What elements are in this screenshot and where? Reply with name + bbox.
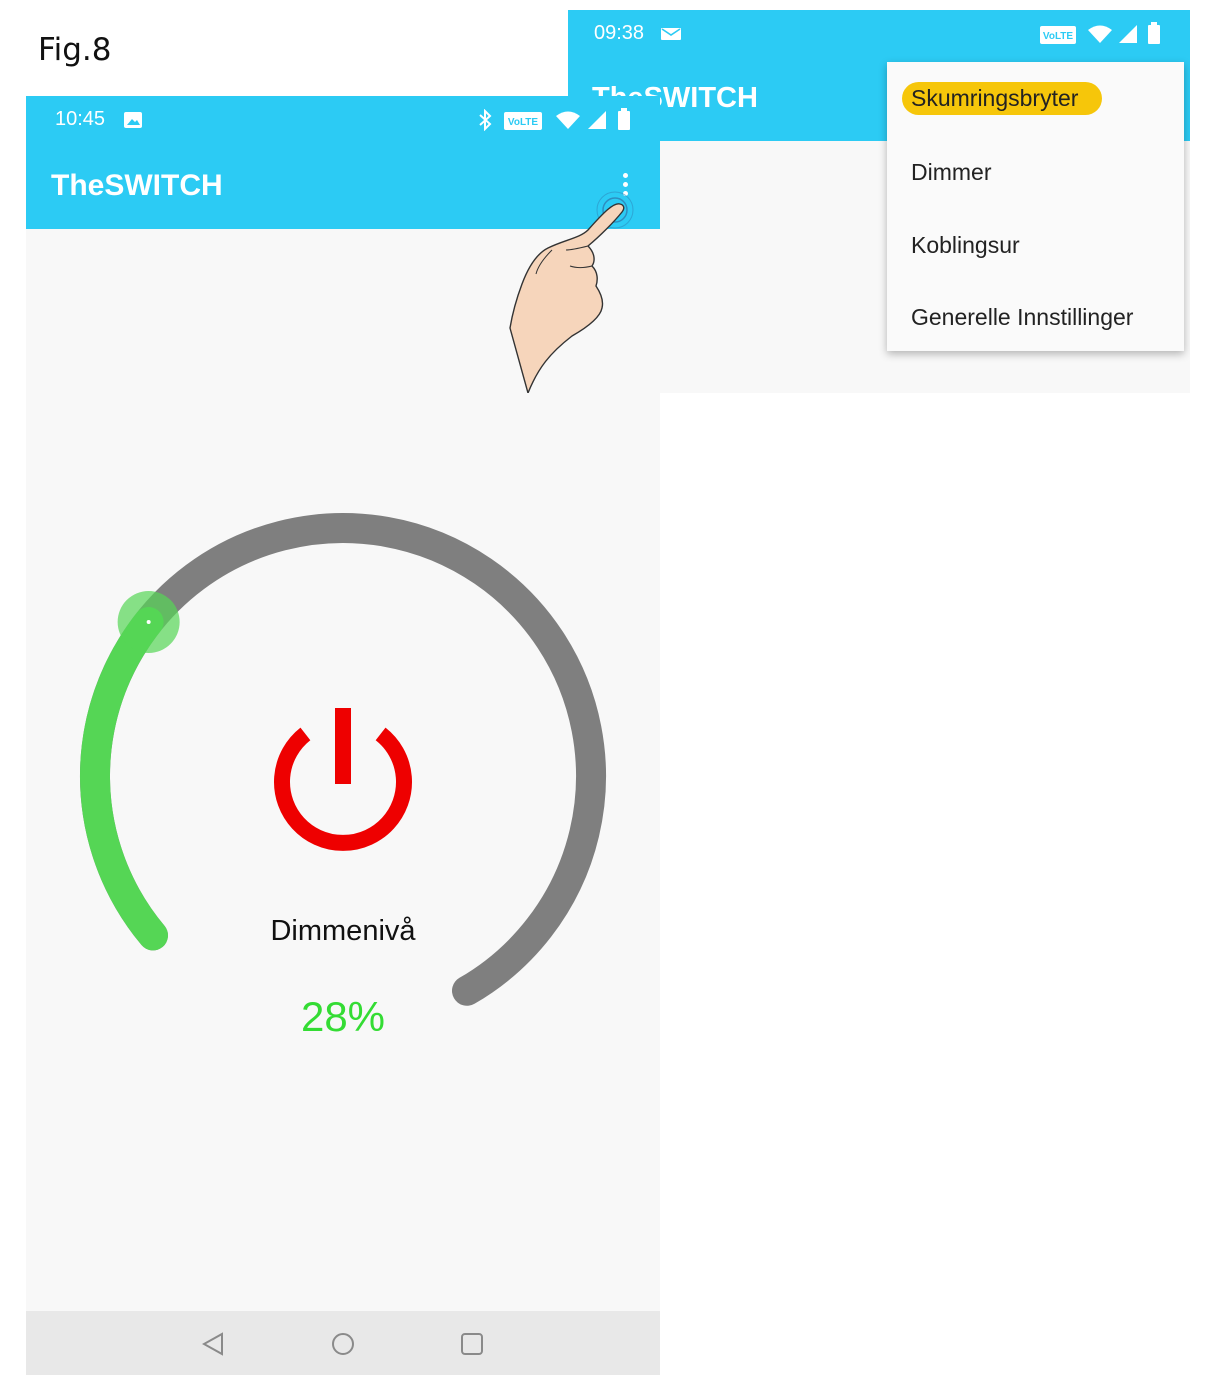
menu-screen: 09:38 VoLTE TheSWITCH Skumringsbryter Di…	[568, 10, 1190, 393]
battery-icon	[1148, 22, 1160, 44]
wifi-icon	[1088, 25, 1112, 43]
dimmer-dial[interactable]	[26, 96, 660, 1311]
power-button-icon[interactable]	[274, 708, 412, 851]
dimmer-value: 28%	[300, 993, 386, 1040]
menu-item-generelle-innstillinger[interactable]: Generelle Innstillinger	[911, 304, 1133, 331]
mail-notification-icon	[661, 28, 681, 40]
dial-fill	[80, 607, 168, 951]
status-bar: 09:38 VoLTE	[568, 10, 1190, 58]
menu-item-skumringsbryter[interactable]: Skumringsbryter	[902, 82, 1103, 115]
back-icon[interactable]	[202, 1332, 224, 1356]
overflow-menu: Skumringsbryter Dimmer Koblingsur Genere…	[887, 62, 1184, 351]
figure-label: Fig.8	[38, 32, 112, 68]
signal-icon	[1119, 25, 1137, 43]
navigation-bar	[26, 1311, 660, 1375]
menu-item-dimmer[interactable]: Dimmer	[911, 159, 992, 186]
dial-knob-center	[146, 619, 151, 624]
recents-icon[interactable]	[461, 1333, 483, 1355]
home-icon[interactable]	[331, 1332, 355, 1356]
menu-item-koblingsur[interactable]: Koblingsur	[911, 232, 1020, 259]
svg-text:VoLTE: VoLTE	[1043, 31, 1074, 42]
status-time: 09:38	[594, 22, 645, 44]
main-screen: 10:45 VoLTE TheSWITCH Dimmenivå 28%	[26, 96, 660, 1375]
volte-icon: VoLTE	[1040, 26, 1076, 44]
dimmer-label: Dimmenivå	[270, 915, 416, 947]
